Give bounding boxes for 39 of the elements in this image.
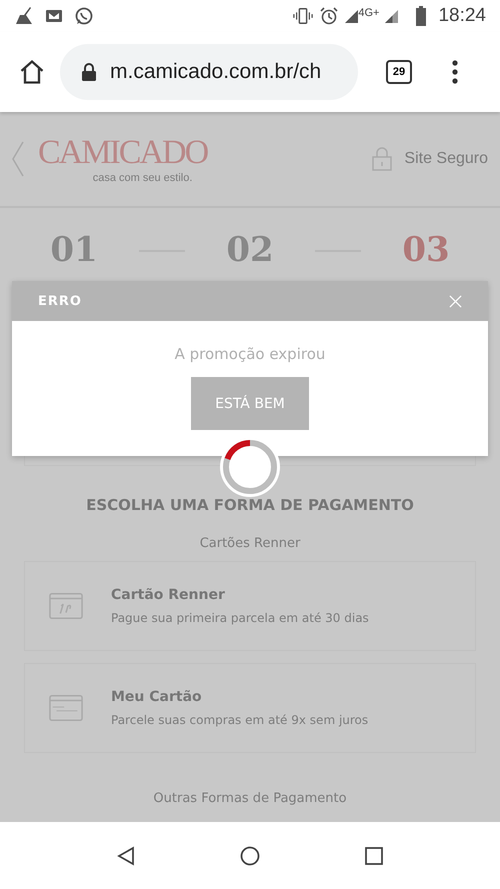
network-type: 4G+	[358, 7, 380, 19]
card-icon	[49, 592, 83, 620]
group-heading: Cartões Renner	[198, 536, 302, 551]
tab-count-button[interactable]: 29	[386, 60, 412, 84]
signal-icon	[385, 10, 398, 22]
card-icon	[49, 694, 83, 722]
step-number: 02	[226, 229, 274, 272]
logo-text: CAMICADO	[38, 134, 208, 172]
padlock-icon	[372, 147, 392, 171]
lock-icon	[82, 63, 96, 81]
dialog-message: A promoção expirou	[174, 345, 326, 363]
step-number: 01	[50, 229, 98, 272]
dialog-title: ERRO	[38, 294, 82, 308]
tagline: casa com seu estilo.	[92, 172, 192, 184]
recents-icon[interactable]	[364, 846, 384, 866]
signal-icon	[345, 10, 358, 22]
option-title: Meu Cartão	[111, 689, 203, 705]
home-icon[interactable]	[18, 58, 46, 86]
option-description: Pague sua primeira parcela em até 30 dias	[111, 611, 369, 625]
clock-time: 18:24	[438, 5, 486, 27]
battery-icon	[416, 6, 426, 26]
back-icon[interactable]	[116, 846, 136, 866]
home-icon[interactable]	[240, 846, 260, 866]
payment-option[interactable]: Cartão Renner Pague sua primeira parcela em até 30 dias	[24, 561, 476, 651]
menu-icon[interactable]	[452, 60, 458, 84]
chat-icon	[74, 6, 94, 26]
option-title: Cartão Renner	[111, 587, 226, 603]
payment-option[interactable]: Meu Cartão Parcele suas compras em até 9x sem juros	[24, 663, 476, 753]
cleaner-icon	[14, 6, 34, 26]
option-description: Parcele suas compras em até 9x sem juros	[111, 713, 368, 727]
alarm-icon	[319, 6, 340, 26]
url-text: m.camicado.com.br/ch	[110, 60, 322, 84]
section-title: ESCOLHA UMA FORMA DE PAGAMENTO	[85, 496, 415, 514]
vibrate-icon	[293, 6, 314, 26]
ok-button[interactable]: ESTÁ BEM	[191, 377, 309, 430]
secure-label: Site Seguro	[404, 150, 488, 168]
group-heading: Outras Formas de Pagamento	[152, 791, 348, 806]
address-bar[interactable]: m.camicado.com.br/ch	[60, 44, 358, 100]
step-number: 03	[402, 229, 450, 272]
